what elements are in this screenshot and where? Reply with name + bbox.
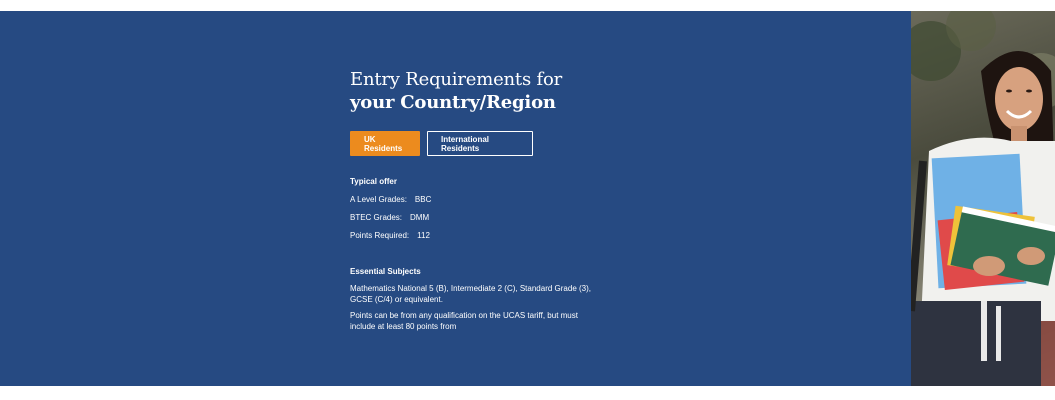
student-illustration	[911, 11, 1055, 386]
essential-subjects-heading: Essential Subjects	[350, 267, 421, 276]
uk-residents-button[interactable]: UK Residents	[350, 131, 420, 156]
title-line-2: your Country/Region	[350, 92, 556, 113]
entry-requirements-content: Entry Requirements for your Country/Regi…	[350, 68, 610, 332]
typical-offer-heading: Typical offer	[350, 177, 397, 186]
residency-toggle: UK Residents International Residents	[350, 131, 610, 156]
points-note-text: Points can be from any qualification on …	[350, 311, 578, 331]
international-residents-button[interactable]: International Residents	[427, 131, 533, 156]
student-photo	[911, 11, 1055, 386]
typical-offer: Typical offer A Level Grades: BBC BTEC G…	[350, 177, 610, 240]
section-title: Entry Requirements for your Country/Regi…	[350, 68, 610, 114]
essential-subjects: Essential Subjects Mathematics National …	[350, 267, 610, 332]
offer-row-value: BBC	[414, 195, 432, 204]
title-line-1: Entry Requirements for	[350, 69, 563, 90]
offer-row-value: 112	[417, 231, 430, 240]
page: Entry Requirements for your Country/Regi…	[0, 0, 1055, 400]
essential-subjects-text: Mathematics National 5 (B), Intermediate…	[350, 284, 591, 304]
offer-row-label: Points Required:	[350, 231, 410, 240]
offer-row-value: DMM	[410, 213, 430, 222]
offer-row-btec: BTEC Grades: DMM	[350, 213, 610, 222]
offer-row-points: Points Required: 112	[350, 231, 610, 240]
offer-row-label: A Level Grades:	[350, 195, 407, 204]
entry-requirements-section: Entry Requirements for your Country/Regi…	[0, 11, 911, 386]
offer-row-a-level: A Level Grades: BBC	[350, 195, 610, 204]
offer-row-label: BTEC Grades:	[350, 213, 403, 222]
